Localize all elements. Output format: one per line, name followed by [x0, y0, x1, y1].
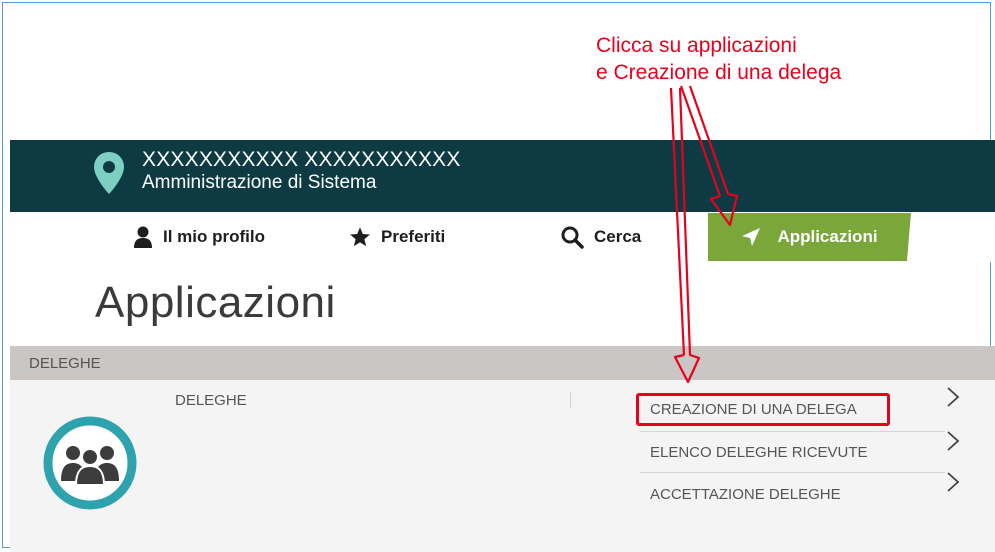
- annotation-arrows: [669, 85, 739, 384]
- arrow-to-applicazioni: [679, 85, 739, 227]
- arrow-to-creazione: [669, 87, 701, 384]
